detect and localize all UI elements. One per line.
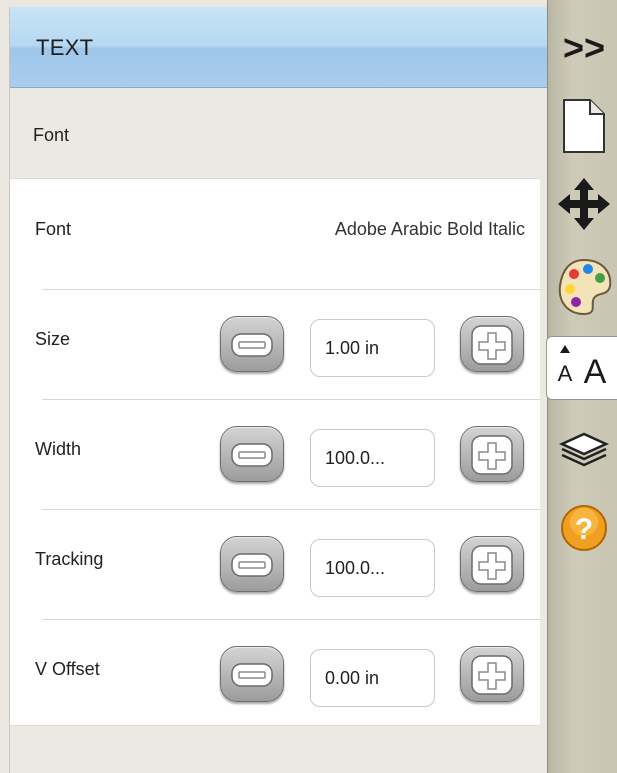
minus-icon: [231, 443, 273, 467]
font-value[interactable]: Adobe Arabic Bold Italic: [335, 219, 525, 240]
layers-button[interactable]: [548, 420, 617, 478]
size-row: Size 1.00 in: [10, 289, 540, 399]
tracking-row: Tracking 100.0...: [10, 509, 540, 619]
text-size-button[interactable]: A A: [546, 336, 617, 400]
size-increase-button[interactable]: [460, 316, 524, 372]
size-decrease-button[interactable]: [220, 316, 284, 372]
plus-icon: [471, 325, 513, 365]
v-offset-row: V Offset 0.00 in: [10, 619, 540, 729]
collapse-button[interactable]: >>: [548, 18, 617, 76]
width-label: Width: [35, 439, 82, 459]
tracking-label: Tracking: [35, 549, 104, 569]
panel-title: TEXT: [36, 35, 94, 60]
plus-icon: [471, 655, 513, 695]
minus-icon: [231, 333, 273, 357]
font-section-header: Font: [10, 88, 548, 178]
font-row[interactable]: Font Adobe Arabic Bold Italic: [10, 179, 540, 289]
color-button[interactable]: [548, 252, 617, 316]
properties-card: Font Adobe Arabic Bold Italic Size 1.00 …: [10, 178, 540, 726]
v-offset-increase-button[interactable]: [460, 646, 524, 702]
plus-icon: [471, 435, 513, 475]
size-label: Size: [35, 329, 71, 349]
panel-header: TEXT: [10, 7, 548, 88]
svg-text:>>: >>: [563, 27, 605, 68]
tracking-input[interactable]: 100.0...: [310, 539, 435, 597]
svg-text:A: A: [558, 361, 573, 386]
move-icon: [558, 178, 610, 230]
width-decrease-button[interactable]: [220, 426, 284, 482]
v-offset-label: V Offset: [35, 659, 100, 679]
width-row: Width 100.0...: [10, 399, 540, 509]
page-button[interactable]: [548, 92, 617, 153]
help-icon: ?: [561, 505, 607, 551]
width-increase-button[interactable]: [460, 426, 524, 482]
size-input[interactable]: 1.00 in: [310, 319, 435, 377]
minus-icon: [231, 553, 273, 577]
palette-icon: [558, 258, 612, 316]
v-offset-decrease-button[interactable]: [220, 646, 284, 702]
layers-icon: [558, 432, 610, 467]
collapse-icon: >>: [563, 27, 605, 68]
section-title: Font: [33, 125, 70, 145]
font-label: Font: [35, 219, 72, 239]
tracking-decrease-button[interactable]: [220, 536, 284, 592]
plus-icon: [471, 545, 513, 585]
move-button[interactable]: [548, 172, 617, 230]
tool-sidebar: >> A A ?: [546, 0, 617, 773]
text-size-icon: A A: [558, 345, 607, 391]
svg-text:A: A: [584, 353, 607, 391]
v-offset-input[interactable]: 0.00 in: [310, 649, 435, 707]
text-panel: TEXT Font Font Adobe Arabic Bold Italic …: [9, 7, 548, 773]
help-button[interactable]: ?: [548, 496, 617, 554]
tracking-increase-button[interactable]: [460, 536, 524, 592]
page-icon: [563, 99, 605, 153]
width-input[interactable]: 100.0...: [310, 429, 435, 487]
svg-text:?: ?: [575, 513, 593, 546]
minus-icon: [231, 663, 273, 687]
